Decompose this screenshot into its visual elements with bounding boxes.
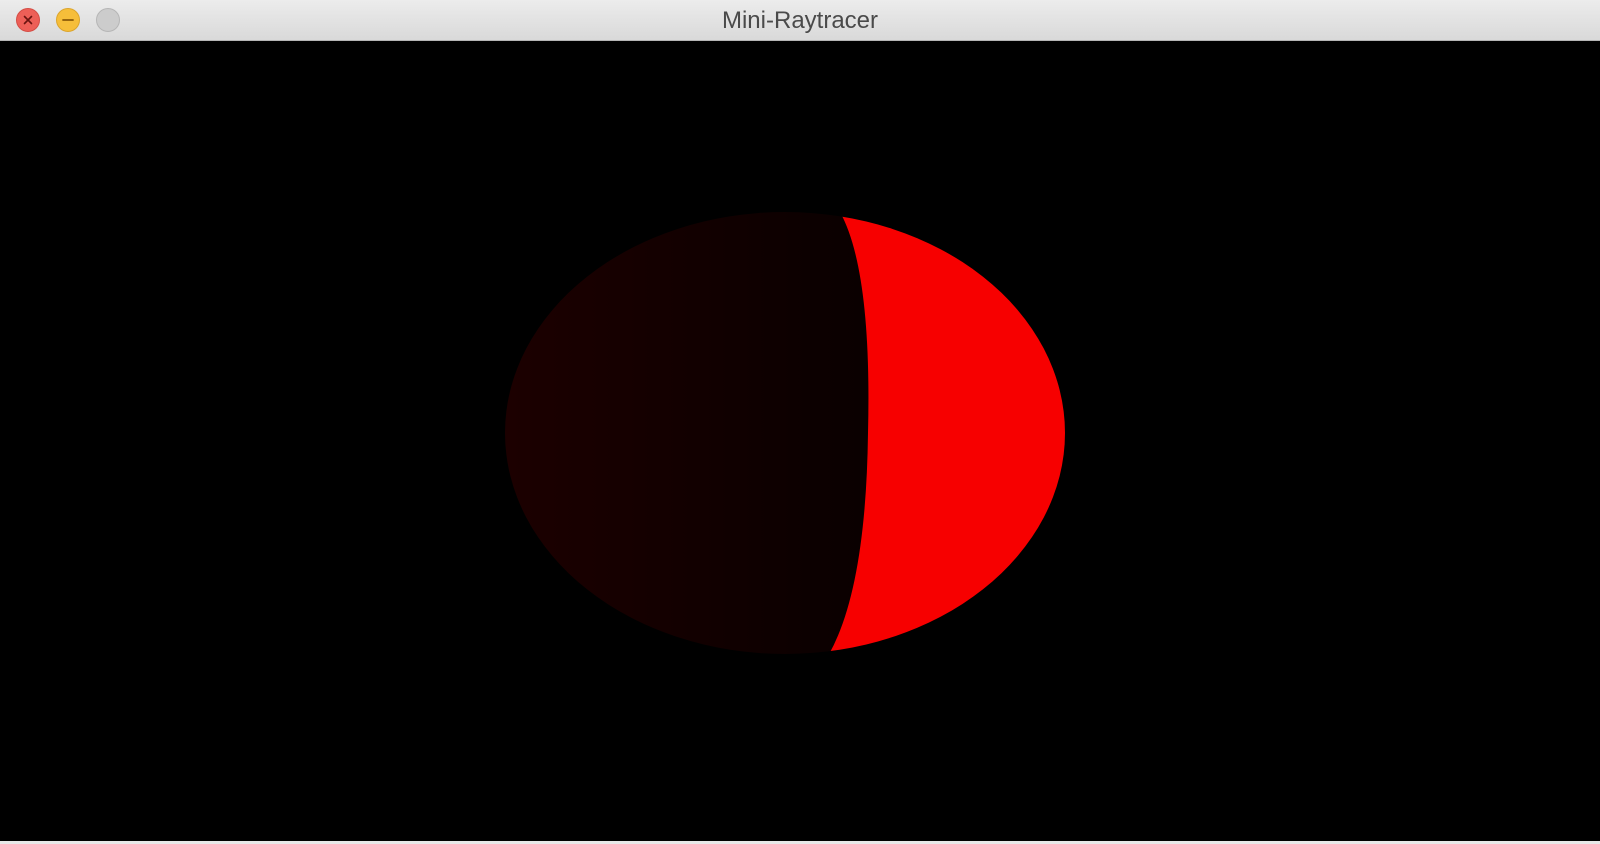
app-window: Mini-Raytracer [0, 0, 1600, 844]
render-canvas [0, 41, 1600, 843]
raytraced-sphere-scene [505, 212, 1065, 654]
title-bar[interactable]: Mini-Raytracer [0, 0, 1600, 41]
window-title: Mini-Raytracer [721, 7, 879, 34]
